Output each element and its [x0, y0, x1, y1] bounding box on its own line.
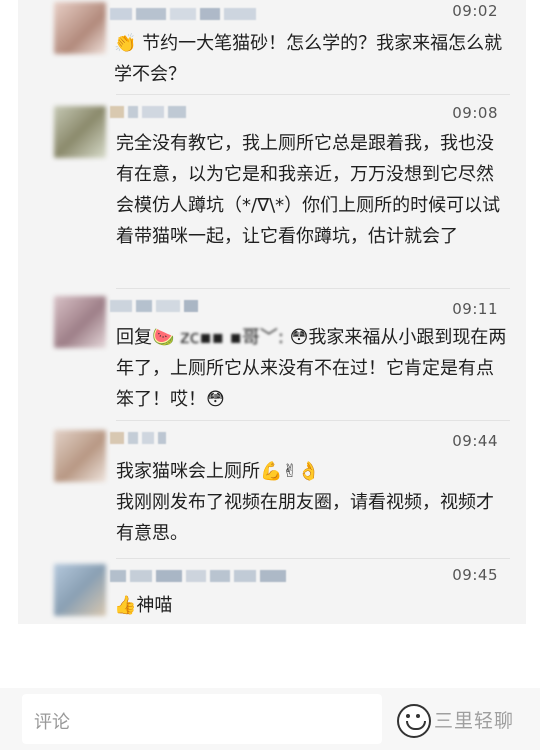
- divider: [116, 420, 510, 421]
- emoji-icon[interactable]: [397, 704, 431, 738]
- username-blurred[interactable]: [110, 432, 360, 444]
- divider: [116, 288, 510, 289]
- comment-input-placeholder: 评论: [34, 712, 70, 733]
- comment-time: 09:08: [452, 104, 498, 122]
- username-blurred[interactable]: [110, 300, 360, 312]
- comment-text: 我家猫咪会上厕所💪✌👌: [116, 461, 320, 482]
- reply-prefix: 回复🍉: [116, 327, 175, 348]
- avatar[interactable]: [54, 430, 106, 482]
- username-blurred[interactable]: [110, 106, 360, 118]
- comment-time: 09:02: [452, 2, 498, 20]
- comment-time: 09:44: [452, 432, 498, 450]
- comment-text: 👏 节约一大笔猫砂！怎么学的？我家来福怎么就学不会？: [114, 33, 503, 85]
- reply-body: 😳我家来福从小跟到现在两年了，上厕所它从来没有不在过！它肯定是有点笨了！哎！😳: [116, 327, 507, 410]
- comment-feed: 09:02 👏 节约一大笔猫砂！怎么学的？我家来福怎么就学不会？ 09:08 完…: [18, 0, 526, 624]
- avatar[interactable]: [54, 2, 106, 54]
- emoji-mouth: [406, 721, 426, 730]
- avatar[interactable]: [54, 106, 106, 158]
- username-blurred[interactable]: [110, 8, 360, 20]
- avatar[interactable]: [54, 564, 106, 616]
- comment-text: 回复🍉 zc▪▪ ▪哥﹀: 😳我家来福从小跟到现在两年了，上厕所它从来没有不在过…: [116, 322, 511, 415]
- comment-text: 完全没有教它，我上厕所它总是跟着我，我也没有在意，以为它是和我亲近，万万没想到它…: [116, 133, 501, 247]
- comment-time: 09:45: [452, 566, 498, 584]
- reply-target-username[interactable]: zc▪▪ ▪哥﹀:: [180, 327, 284, 348]
- username-blurred[interactable]: [110, 570, 410, 582]
- comment-text-line2: 我刚刚发布了视频在朋友圈，请看视频，视频才有意思。: [116, 492, 494, 544]
- watermark: 三里轻聊: [434, 710, 515, 732]
- avatar[interactable]: [54, 296, 106, 348]
- emoji-eye: [416, 714, 420, 718]
- divider: [116, 94, 510, 95]
- comment-text: 👍神喵: [114, 595, 173, 616]
- comment-time: 09:11: [452, 300, 498, 318]
- emoji-eye: [406, 714, 410, 718]
- divider: [116, 558, 510, 559]
- comment-input[interactable]: 评论: [22, 694, 382, 744]
